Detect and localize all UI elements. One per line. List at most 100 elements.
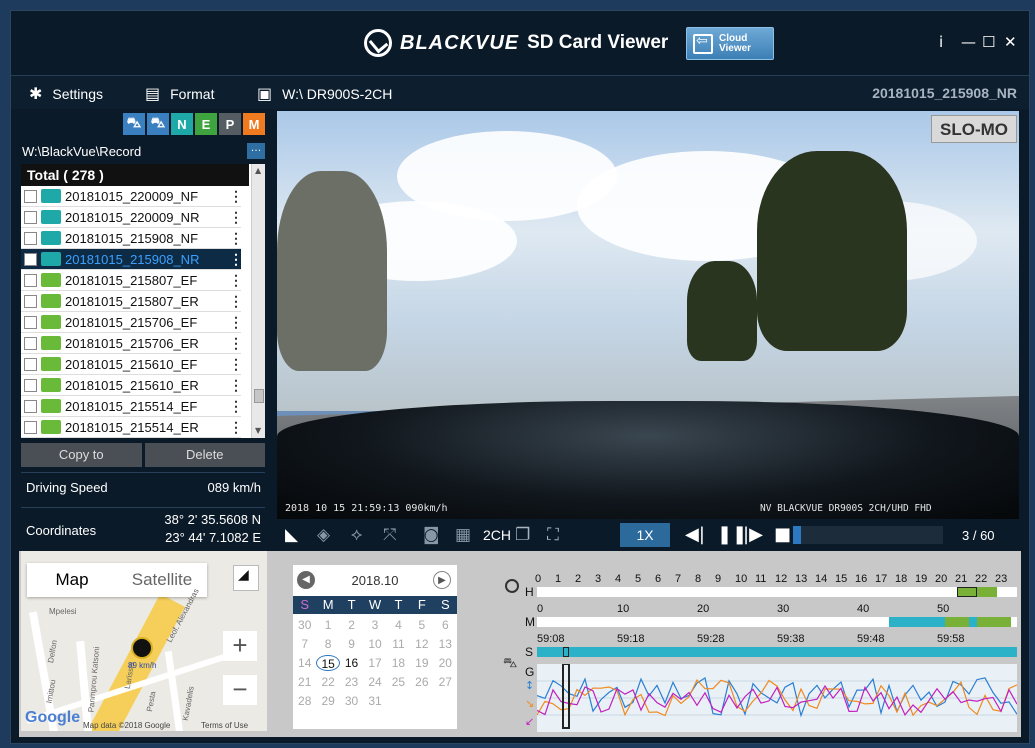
file-menu-icon[interactable]: ⋮ bbox=[229, 189, 243, 203]
minute-tick-label: 40 bbox=[857, 603, 870, 615]
minute-segment[interactable] bbox=[977, 617, 1011, 627]
scroll-up-icon[interactable]: ▲ bbox=[255, 166, 261, 175]
file-menu-icon[interactable]: ⋮ bbox=[229, 273, 243, 287]
second-track[interactable] bbox=[537, 647, 1017, 657]
layer-icon: ◢ bbox=[238, 567, 249, 583]
scroll-thumb[interactable] bbox=[254, 389, 264, 403]
map-tab[interactable]: Map bbox=[27, 563, 117, 597]
delete-button[interactable]: Delete bbox=[144, 443, 265, 467]
file-menu-icon[interactable]: ⋮ bbox=[229, 420, 243, 434]
file-menu-icon[interactable]: ⋮ bbox=[229, 294, 243, 308]
map-layer-toggle[interactable]: ◢ bbox=[233, 565, 259, 591]
file-row[interactable]: 20181015_220009_NR ⋮ bbox=[21, 207, 243, 228]
channel-toggle-label[interactable]: 2CH bbox=[483, 527, 511, 543]
fullscreen-icon[interactable]: ⤧ bbox=[383, 525, 397, 545]
parking-icon[interactable]: P bbox=[219, 113, 241, 135]
file-row[interactable]: 20181015_215908_NF ⋮ bbox=[21, 228, 243, 249]
file-row[interactable]: 20181015_215610_ER ⋮ bbox=[21, 375, 243, 396]
minute-segment[interactable] bbox=[945, 617, 969, 627]
file-checkbox[interactable] bbox=[24, 252, 37, 266]
zoom-in-button[interactable]: + bbox=[223, 631, 257, 661]
format-menu[interactable]: ▤ Format bbox=[145, 84, 214, 103]
file-row[interactable]: 20181015_215514_ER ⋮ bbox=[21, 417, 243, 438]
file-menu-icon[interactable]: ⋮ bbox=[229, 231, 243, 245]
map-terms-link[interactable]: Terms of Use bbox=[201, 721, 248, 730]
manual-icon[interactable]: M bbox=[243, 113, 265, 135]
title-bar: BLACKVUE SD Card Viewer Cloud Viewer i —… bbox=[11, 11, 1029, 75]
swap-view-icon[interactable]: ⛶ bbox=[547, 525, 559, 545]
file-row[interactable]: 20181015_215706_ER ⋮ bbox=[21, 333, 243, 354]
previous-frame-icon[interactable]: ◀| bbox=[685, 524, 705, 545]
file-checkbox[interactable] bbox=[24, 231, 37, 245]
pip-icon[interactable]: ❐ bbox=[515, 525, 530, 545]
hour-segment[interactable] bbox=[957, 587, 977, 597]
next-frame-icon[interactable]: |▶ bbox=[743, 524, 763, 545]
street-label: Mpelesi bbox=[49, 607, 77, 616]
file-list-scrollbar[interactable]: ▲ ▼ bbox=[251, 164, 265, 438]
file-row[interactable]: 20181015_215807_ER ⋮ bbox=[21, 291, 243, 312]
video-view[interactable]: 2018 10 15 21:59:13 090km/h NV BLACKVUE … bbox=[277, 111, 1019, 519]
close-button[interactable]: ✕ bbox=[1004, 33, 1017, 51]
file-menu-icon[interactable]: ⋮ bbox=[229, 357, 243, 371]
file-checkbox[interactable] bbox=[24, 399, 37, 413]
file-row[interactable]: 20181015_215610_EF ⋮ bbox=[21, 354, 243, 375]
file-checkbox[interactable] bbox=[24, 420, 37, 434]
file-checkbox[interactable] bbox=[24, 336, 37, 350]
scroll-down-icon[interactable]: ▼ bbox=[255, 426, 261, 435]
minute-segment[interactable] bbox=[889, 617, 945, 627]
file-row[interactable]: 20181015_220009_NF ⋮ bbox=[21, 186, 243, 207]
info-button[interactable]: i bbox=[939, 33, 943, 51]
maximize-button[interactable]: ☐ bbox=[982, 33, 995, 51]
file-checkbox[interactable] bbox=[24, 210, 37, 224]
next-month-icon[interactable]: ▶ bbox=[433, 571, 451, 589]
car-rear-icon[interactable]: ⛍ bbox=[147, 113, 169, 135]
file-checkbox[interactable] bbox=[24, 315, 37, 329]
snapshot-icon[interactable]: ◙ bbox=[423, 525, 440, 545]
file-menu-icon[interactable]: ⋮ bbox=[229, 336, 243, 350]
drive-menu[interactable]: ▣ W:\ DR900S-2CH bbox=[257, 84, 392, 103]
gsensor-graph[interactable] bbox=[536, 663, 1018, 732]
calendar-day[interactable]: 16 bbox=[340, 655, 363, 671]
second-cursor[interactable] bbox=[563, 647, 569, 657]
rotate-icon[interactable]: ⟡ bbox=[351, 525, 362, 545]
event-icon[interactable]: E bbox=[195, 113, 217, 135]
vehicle-marker[interactable] bbox=[131, 637, 153, 659]
file-row[interactable]: 20181015_215908_NR ⋮ bbox=[21, 249, 243, 270]
playback-progress[interactable] bbox=[793, 526, 943, 544]
cloud-viewer-button[interactable]: Cloud Viewer bbox=[686, 27, 774, 60]
file-checkbox[interactable] bbox=[24, 273, 37, 287]
file-row[interactable]: 20181015_215807_EF ⋮ bbox=[21, 270, 243, 291]
file-row[interactable]: 20181015_215514_EF ⋮ bbox=[21, 396, 243, 417]
file-checkbox[interactable] bbox=[24, 189, 37, 203]
zoom-out-button[interactable]: − bbox=[223, 675, 257, 705]
file-menu-icon[interactable]: ⋮ bbox=[229, 378, 243, 392]
file-menu-icon[interactable]: ⋮ bbox=[229, 210, 243, 224]
print-icon[interactable]: ▦ bbox=[455, 525, 471, 545]
file-checkbox[interactable] bbox=[24, 357, 37, 371]
map-view[interactable]: Map Satellite ◢ Mpelesi Delfon Imittou K… bbox=[21, 551, 267, 731]
browse-button[interactable]: … bbox=[247, 143, 265, 159]
file-menu-icon[interactable]: ⋮ bbox=[229, 399, 243, 413]
copy-to-button[interactable]: Copy to bbox=[21, 443, 142, 467]
playback-speed-button[interactable]: 1X bbox=[620, 523, 670, 547]
settings-menu[interactable]: ✱ Settings bbox=[29, 84, 103, 103]
minimize-button[interactable]: — bbox=[961, 33, 976, 51]
file-name: 20181015_215908_NF bbox=[65, 230, 199, 246]
hour-segment[interactable] bbox=[977, 587, 997, 597]
hour-track[interactable] bbox=[537, 587, 1017, 597]
car-front-icon[interactable]: ⛍ bbox=[123, 113, 145, 135]
normal-icon[interactable]: N bbox=[171, 113, 193, 135]
calendar-day[interactable]: 15 bbox=[316, 655, 340, 671]
file-row[interactable]: 20181015_215706_EF ⋮ bbox=[21, 312, 243, 333]
flip-icon[interactable]: ◣ bbox=[285, 525, 298, 545]
file-checkbox[interactable] bbox=[24, 294, 37, 308]
stop-icon[interactable]: ■ bbox=[774, 524, 791, 545]
hour-tick-label: 22 bbox=[975, 573, 988, 585]
slo-mo-badge[interactable]: SLO-MO bbox=[931, 115, 1017, 143]
file-menu-icon[interactable]: ⋮ bbox=[229, 252, 243, 266]
minute-segment[interactable] bbox=[969, 617, 977, 627]
mirror-icon[interactable]: ◈ bbox=[317, 525, 330, 545]
file-menu-icon[interactable]: ⋮ bbox=[229, 315, 243, 329]
minute-track[interactable] bbox=[537, 617, 1017, 627]
file-checkbox[interactable] bbox=[24, 378, 37, 392]
